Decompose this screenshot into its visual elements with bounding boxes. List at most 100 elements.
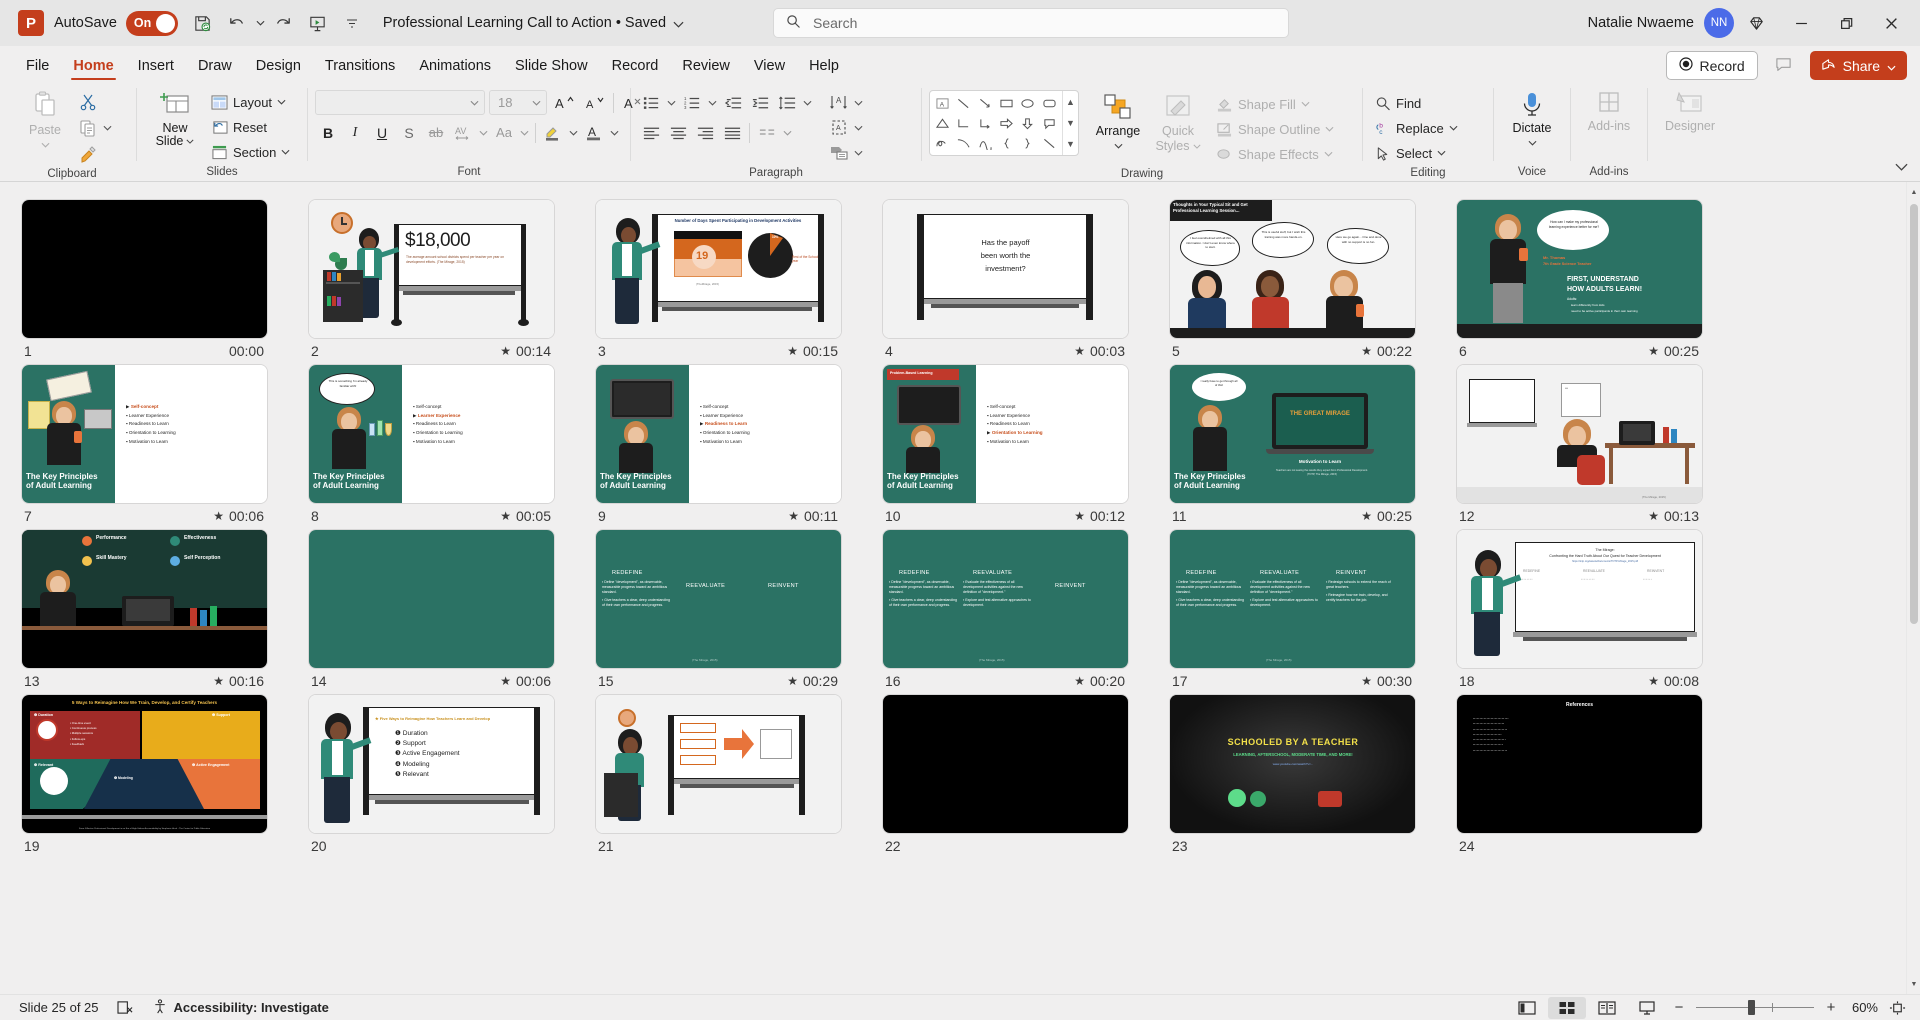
slide-thumbnail-9[interactable]: The Key Principles of Adult Learning ▪ S… xyxy=(596,365,841,503)
start-presentation-icon[interactable] xyxy=(301,7,335,39)
underline-button[interactable]: U xyxy=(369,120,395,145)
restore-button[interactable] xyxy=(1824,1,1869,45)
slide-thumbnail-1[interactable] xyxy=(22,200,267,338)
tab-slide-show[interactable]: Slide Show xyxy=(503,50,600,82)
layout-button[interactable]: Layout xyxy=(206,90,295,114)
minimize-button[interactable] xyxy=(1779,1,1824,45)
shape-oval-icon[interactable] xyxy=(1017,93,1038,113)
select-button[interactable]: Select xyxy=(1370,141,1463,165)
slide-thumbnail-21[interactable] xyxy=(596,695,841,833)
scroll-up-icon[interactable]: ▲ xyxy=(1907,184,1920,200)
shape-arc-icon[interactable] xyxy=(975,133,996,153)
character-spacing-dropdown-icon[interactable] xyxy=(477,122,490,144)
tab-view[interactable]: View xyxy=(742,50,797,82)
numbering-dropdown-icon[interactable] xyxy=(706,92,719,114)
find-button[interactable]: Find xyxy=(1370,91,1463,115)
increase-indent-icon[interactable] xyxy=(747,90,773,115)
columns-dropdown-icon[interactable] xyxy=(781,122,794,144)
reading-view-icon[interactable] xyxy=(1588,997,1626,1019)
change-case-button[interactable]: Aa xyxy=(491,120,517,145)
font-name-input[interactable] xyxy=(315,90,485,115)
shapes-gallery[interactable]: A ▲ ▼ ▼ xyxy=(929,90,1079,156)
zoom-handle[interactable] xyxy=(1748,1000,1755,1015)
slide-thumbnail-23[interactable]: SCHOOLED BY A TEACHER LEARNING, AFTERSCH… xyxy=(1170,695,1415,833)
record-button[interactable]: Record xyxy=(1665,51,1758,80)
slide-thumbnail-7[interactable]: The Key Principles of Adult Learning ▶ S… xyxy=(22,365,267,503)
collapse-ribbon-icon[interactable] xyxy=(1890,157,1912,177)
zoom-out-button[interactable]: − xyxy=(1668,997,1690,1019)
justify-icon[interactable] xyxy=(719,120,745,145)
shape-right-arrow-icon[interactable] xyxy=(996,113,1017,133)
search-input[interactable]: Search xyxy=(773,8,1289,38)
text-direction-dropdown-icon[interactable] xyxy=(852,92,865,114)
shapes-scroll-down-icon[interactable]: ▼ xyxy=(1063,112,1078,133)
slide-thumbnail-18[interactable]: The Mirage: Confronting the Hard Truth A… xyxy=(1457,530,1702,668)
shape-scribble-icon[interactable] xyxy=(932,133,953,153)
tab-file[interactable]: File xyxy=(14,50,61,82)
slide-counter[interactable]: Slide 25 of 25 xyxy=(10,997,108,1019)
add-ins-button[interactable]: Add-ins xyxy=(1578,87,1640,133)
undo-dropdown-icon[interactable] xyxy=(254,12,267,34)
paste-dropdown-icon[interactable] xyxy=(41,137,50,151)
change-case-dropdown-icon[interactable] xyxy=(518,122,531,144)
slide-thumbnail-22[interactable] xyxy=(883,695,1128,833)
slide-thumbnail-5[interactable]: Thoughts in Your Typical Sit and Get Pro… xyxy=(1170,200,1415,338)
slide-thumbnail-20[interactable]: ★ Five Ways to Reimagine How Teachers Le… xyxy=(309,695,554,833)
shape-effects-button[interactable]: Shape Effects xyxy=(1211,142,1339,166)
tab-transitions[interactable]: Transitions xyxy=(313,50,407,82)
slide-thumbnail-8[interactable]: This is something I'm already familiar w… xyxy=(309,365,554,503)
columns-icon[interactable] xyxy=(754,120,780,145)
tab-review[interactable]: Review xyxy=(670,50,742,82)
shape-outline-button[interactable]: Shape Outline xyxy=(1211,117,1339,141)
slide-thumbnail-4[interactable]: Has the payoff been worth the investment… xyxy=(883,200,1128,338)
format-painter-button[interactable] xyxy=(75,141,101,166)
customize-quick-access-icon[interactable] xyxy=(335,7,369,39)
font-color-button[interactable]: A xyxy=(581,120,607,145)
slide-thumbnail-19[interactable]: 5 Ways to Reimagine How We Train, Develo… xyxy=(22,695,267,833)
shapes-more-icon[interactable]: ▼ xyxy=(1063,134,1078,155)
quick-styles-button[interactable]: Quick Styles xyxy=(1149,90,1207,153)
section-button[interactable]: Section xyxy=(206,140,295,164)
tab-draw[interactable]: Draw xyxy=(186,50,244,82)
slide-thumbnail-3[interactable]: Number of Days Spent Participating in De… xyxy=(596,200,841,338)
dictate-button[interactable]: Dictate xyxy=(1501,87,1563,149)
tab-insert[interactable]: Insert xyxy=(126,50,186,82)
redo-icon[interactable] xyxy=(267,7,301,39)
align-right-icon[interactable] xyxy=(692,120,718,145)
copy-dropdown-icon[interactable] xyxy=(101,117,114,139)
scrollbar-thumb[interactable] xyxy=(1910,204,1918,624)
slide-thumbnail-13[interactable]: Performance Effectiveness Skill Mastery … xyxy=(22,530,267,668)
accessibility-checker[interactable]: Accessibility: Investigate xyxy=(143,997,338,1019)
slide-sorter-icon[interactable] xyxy=(1548,996,1586,1019)
shape-curve-icon[interactable] xyxy=(953,133,974,153)
slideshow-view-icon[interactable] xyxy=(1628,997,1666,1019)
document-title[interactable]: Professional Learning Call to Action • S… xyxy=(383,15,666,31)
zoom-slider[interactable] xyxy=(1696,1000,1814,1015)
shape-down-arrow-icon[interactable] xyxy=(1017,113,1038,133)
new-slide-button[interactable]: New Slide xyxy=(144,87,206,148)
smartart-dropdown-icon[interactable] xyxy=(852,142,865,164)
comments-button[interactable] xyxy=(1767,51,1801,80)
bullets-dropdown-icon[interactable] xyxy=(665,92,678,114)
font-size-input[interactable]: 18 xyxy=(489,90,547,115)
tab-design[interactable]: Design xyxy=(244,50,313,82)
copy-button[interactable] xyxy=(75,115,101,140)
slide-sorter-canvas[interactable]: 1 00:00 $18,000 The average amount schoo… xyxy=(0,182,1906,994)
highlight-dropdown-icon[interactable] xyxy=(567,122,580,144)
shape-rectangle-icon[interactable] xyxy=(996,93,1017,113)
tab-home[interactable]: Home xyxy=(61,50,125,82)
close-button[interactable] xyxy=(1869,1,1914,45)
shape-arrow-icon[interactable] xyxy=(975,93,996,113)
shapes-scroll-up-icon[interactable]: ▲ xyxy=(1063,91,1078,112)
shape-fill-button[interactable]: Shape Fill xyxy=(1211,92,1339,116)
zoom-level[interactable]: 60% xyxy=(1844,1000,1882,1015)
save-icon[interactable] xyxy=(186,7,220,39)
italic-button[interactable]: I xyxy=(342,120,368,145)
paste-button[interactable]: Paste xyxy=(15,87,75,151)
undo-icon[interactable] xyxy=(220,7,254,39)
replace-button[interactable]: bc Replace xyxy=(1370,116,1463,140)
avatar[interactable]: NN xyxy=(1704,8,1734,38)
shape-elbow-arrow-icon[interactable] xyxy=(975,113,996,133)
shape-textbox-icon[interactable]: A xyxy=(932,93,953,113)
decrease-indent-icon[interactable] xyxy=(720,90,746,115)
